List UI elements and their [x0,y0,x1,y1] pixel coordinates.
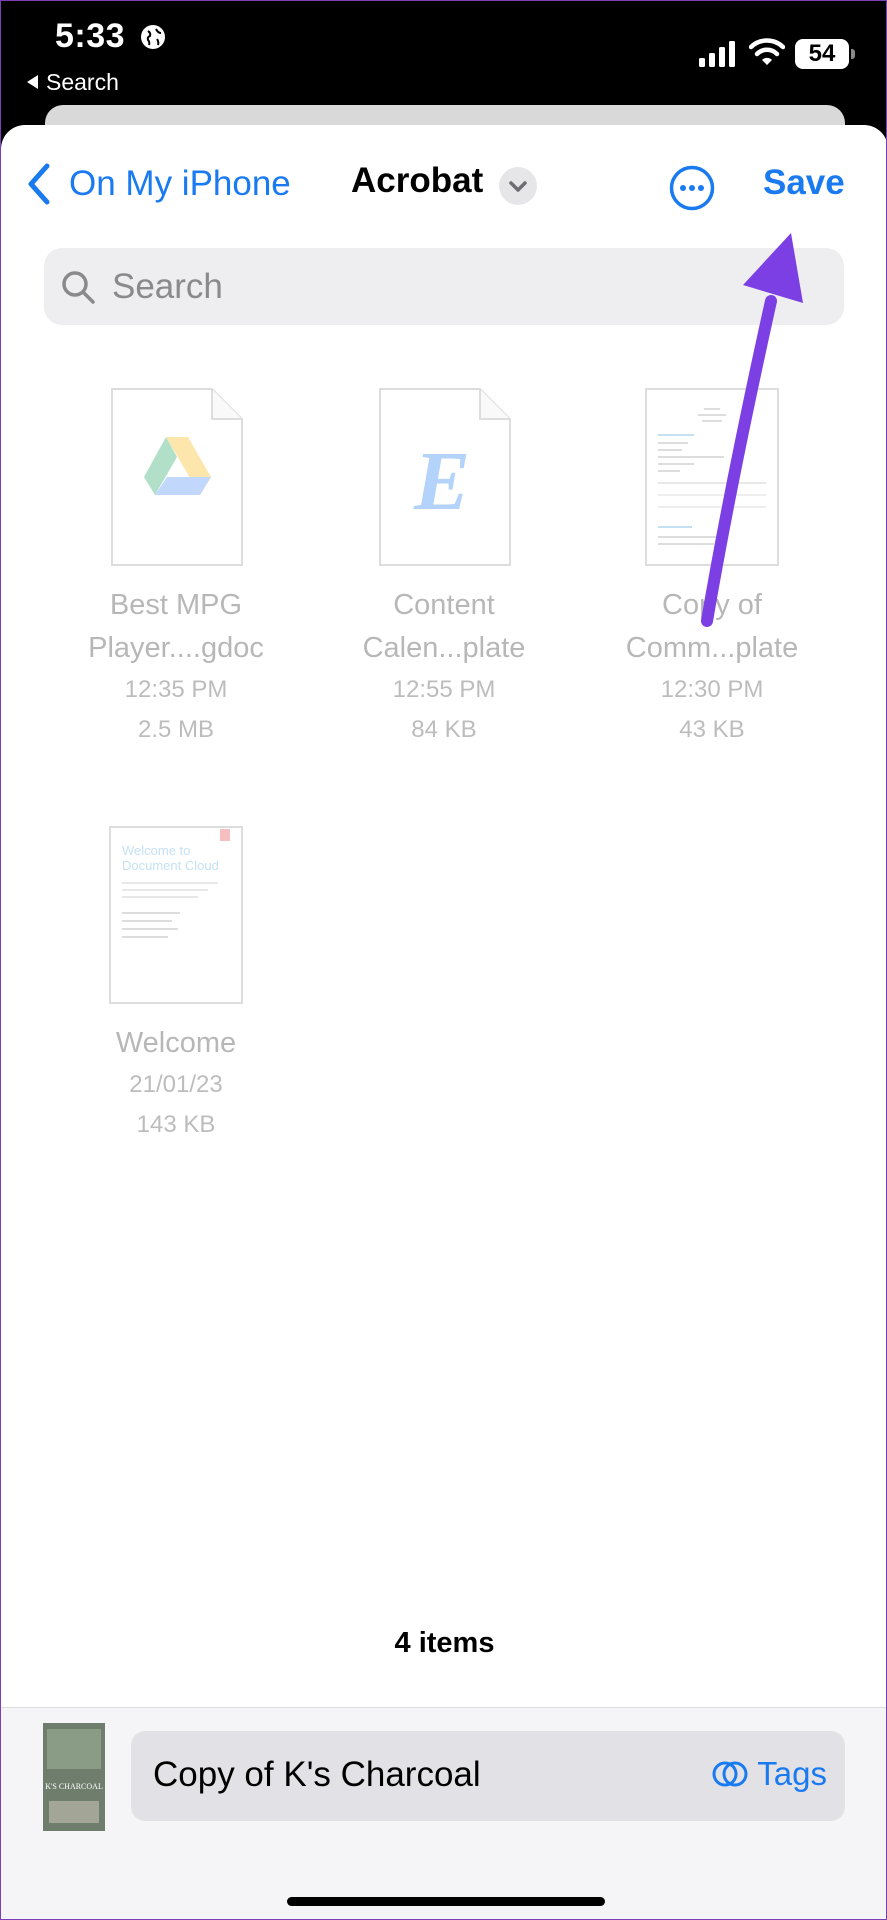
tags-label: Tags [757,1755,827,1792]
file-item[interactable]: Best MPG Player....gdoc 12:35 PM 2.5 MB [41,387,311,750]
e-file-thumbnail: E [379,388,511,566]
file-time: 12:35 PM [124,676,228,703]
chevron-down-icon [509,181,527,192]
back-app-label: Search [46,69,119,95]
tags-icon [712,1761,748,1787]
globe-icon [141,25,165,49]
folder-menu-button[interactable] [499,167,537,205]
folder-title[interactable]: Acrobat [351,161,483,201]
filename-input[interactable]: Copy of K's Charcoal Tags [131,1731,845,1821]
file-item[interactable]: Welcome to Document Cloud Welcome 21/01/2… [41,825,311,1145]
file-time: 12:55 PM [392,676,496,703]
back-to-app-link[interactable]: Search [27,69,119,96]
file-time: 12:30 PM [660,676,764,703]
document-thumbnail: K'S CHARCOAL [43,1723,105,1831]
search-icon [62,270,95,304]
file-size: 84 KB [411,716,477,743]
file-name: Best MPG Player....gdoc [88,589,264,664]
back-label: On My iPhone [69,164,291,203]
file-name: Copy of Comm...plate [625,589,799,664]
file-item[interactable]: E Content Calen...plate 12:55 PM 84 KB [309,387,579,750]
file-size: 43 KB [679,716,745,743]
wifi-icon [749,38,785,65]
google-drive-file-thumbnail [111,388,243,566]
document-preview-icon: Welcome to Document Cloud [109,826,243,1004]
file-name: Welcome [115,1027,237,1059]
cellular-signal-icon [699,41,735,67]
home-indicator [287,1897,605,1906]
file-time: 21/01/23 [129,1071,223,1098]
search-placeholder: Search [112,266,223,306]
chevron-left-icon [28,163,50,205]
file-name: Content Calen...plate [362,589,526,664]
clock: 5:33 [55,17,126,55]
letter-e-icon: E [413,435,470,528]
file-size: 143 KB [136,1111,216,1138]
back-button[interactable]: On My iPhone [27,163,291,205]
file-item[interactable]: Copy of Comm...plate 12:30 PM 43 KB [577,387,847,750]
document-preview-icon [645,388,779,566]
screen: 5:33 Search 54 On My iPhone Acrobat Save… [0,0,887,1920]
back-triangle-icon [27,75,38,89]
more-options-button[interactable] [669,165,715,211]
search-field[interactable]: Search [44,248,844,325]
tags-button[interactable]: Tags [711,1755,827,1793]
file-size: 2.5 MB [137,716,215,743]
file-browser-sheet: On My iPhone Acrobat Save Search Best MP… [1,125,886,1919]
svg-text:K'S CHARCOAL: K'S CHARCOAL [45,1782,103,1791]
items-count: 4 items [394,1627,495,1659]
filename-value: Copy of K's Charcoal [153,1755,481,1794]
battery-indicator: 54 [795,39,855,69]
save-button[interactable]: Save [763,163,845,203]
